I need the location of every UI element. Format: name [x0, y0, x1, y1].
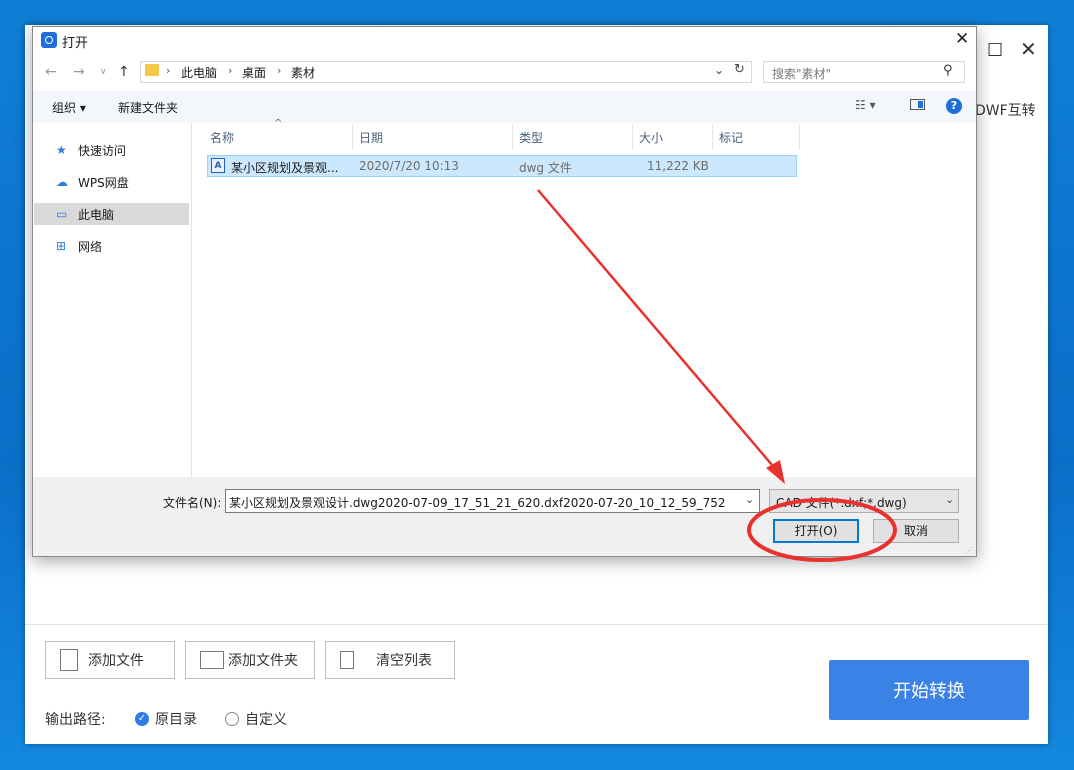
annotation-arrowhead — [766, 460, 785, 484]
annotation-overlay — [537, 189, 897, 562]
annotation-arrow-line — [537, 189, 779, 473]
annotation-circle — [747, 498, 897, 562]
